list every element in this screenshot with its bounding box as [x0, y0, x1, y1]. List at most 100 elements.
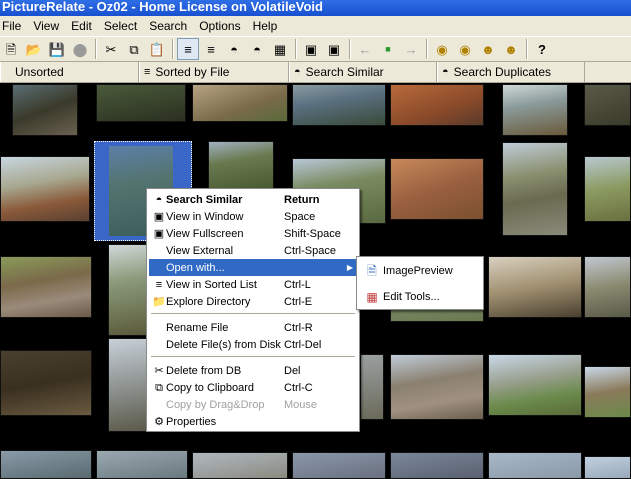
- thumbnail[interactable]: [208, 141, 274, 189]
- tab-unsorted[interactable]: Unsorted: [0, 62, 139, 82]
- open-with-submenu: 🗎 ImagePreview ▦ Edit Tools...: [356, 256, 484, 310]
- face-search-icon[interactable]: ☻: [477, 38, 499, 60]
- menu-search[interactable]: Search: [143, 16, 193, 36]
- thumbnail[interactable]: [292, 452, 386, 479]
- thumbnail[interactable]: [292, 84, 386, 126]
- menu-help[interactable]: Help: [247, 16, 284, 36]
- thumbnail[interactable]: [192, 84, 288, 122]
- tab-sorted-by-file[interactable]: ≡ Sorted by File: [139, 62, 289, 82]
- thumbnail[interactable]: [488, 452, 582, 479]
- cut-icon[interactable]: ✂: [100, 38, 122, 60]
- face-settings-icon[interactable]: ☻: [500, 38, 522, 60]
- align-left-icon[interactable]: ≡: [177, 38, 199, 60]
- stop-square-icon[interactable]: ■: [377, 38, 399, 60]
- menu-view[interactable]: View: [27, 16, 65, 36]
- toolbar-separator: [172, 39, 174, 59]
- menu-item-label: View Fullscreen: [166, 227, 244, 240]
- menu-item-label: Copy by Drag&Drop: [166, 398, 265, 411]
- thumbnail[interactable]: [488, 354, 582, 416]
- thumbnail[interactable]: [488, 256, 582, 318]
- thumbnail[interactable]: [390, 354, 484, 420]
- thumbnail[interactable]: [12, 84, 78, 136]
- tab-search-duplicates[interactable]: ◓ Search Duplicates: [437, 62, 585, 82]
- menu-item-rename-file[interactable]: Rename File Ctrl-R: [149, 319, 357, 336]
- thumbnail[interactable]: [108, 244, 148, 336]
- menu-item-properties[interactable]: ⚙ Properties: [149, 413, 357, 430]
- toolbar-separator: [349, 39, 351, 59]
- open-icon[interactable]: 📂: [23, 38, 45, 60]
- thumbnail[interactable]: [0, 256, 92, 318]
- thumbnail[interactable]: [390, 158, 484, 220]
- menu-item-label: Properties: [166, 415, 217, 428]
- forward-arrow-icon[interactable]: →: [400, 38, 422, 60]
- menu-item-search-similar[interactable]: ◓ Search Similar Return: [149, 191, 357, 208]
- menu-file[interactable]: File: [0, 16, 27, 36]
- thumbnail[interactable]: [192, 452, 288, 479]
- tab-label: Search Duplicates: [453, 65, 552, 79]
- toolbar-separator: [295, 39, 297, 59]
- submenu-item-edit-tools[interactable]: ▦ Edit Tools...: [359, 285, 481, 309]
- menu-edit[interactable]: Edit: [65, 16, 98, 36]
- tab-label: Sorted by File: [155, 65, 230, 79]
- menu-item-label: View External: [166, 244, 234, 257]
- scissors-icon: ✂: [154, 364, 164, 377]
- paste-icon[interactable]: 📋: [146, 38, 168, 60]
- thumbnail[interactable]: [584, 456, 631, 479]
- menu-item-view-external[interactable]: View External Ctrl-Space: [149, 242, 357, 259]
- help-icon[interactable]: ?: [531, 38, 553, 60]
- properties-icon: ⚙: [154, 415, 164, 428]
- menu-item-delete-from-db[interactable]: ✂ Delete from DB Del: [149, 362, 357, 379]
- tab-label: Unsorted: [15, 65, 64, 79]
- thumbnail[interactable]: [584, 156, 631, 222]
- window-icon: ▣: [153, 210, 165, 223]
- submenu-item-imagepreview[interactable]: 🗎 ImagePreview: [359, 259, 481, 283]
- save-icon[interactable]: 💾: [46, 38, 68, 60]
- toolbar-separator: [526, 39, 528, 59]
- thumbnail[interactable]: [502, 84, 568, 136]
- menu-item-delete-files-from-disk[interactable]: Delete File(s) from Disk Ctrl-Del: [149, 336, 357, 353]
- menu-select[interactable]: Select: [98, 16, 143, 36]
- binoculars-icon: ◓: [294, 66, 301, 78]
- thumbnail[interactable]: [584, 366, 631, 418]
- back-arrow-icon[interactable]: ←: [354, 38, 376, 60]
- thumbnail[interactable]: [0, 450, 92, 479]
- thumbnail[interactable]: [390, 452, 484, 479]
- menu-item-view-in-window[interactable]: ▣ View in Window Space: [149, 208, 357, 225]
- binoculars-icon[interactable]: ◓: [223, 38, 245, 60]
- thumbnail[interactable]: [0, 350, 92, 416]
- menu-item-open-with[interactable]: Open with... ▶: [149, 259, 357, 276]
- thumbnail[interactable]: [390, 84, 484, 126]
- align-right-icon[interactable]: ≡: [200, 38, 222, 60]
- fit-window-icon[interactable]: ▣: [300, 38, 322, 60]
- tab-search-similar[interactable]: ◓ Search Similar: [289, 62, 437, 82]
- grid-icon[interactable]: ▦: [269, 38, 291, 60]
- copy-icon[interactable]: ⧉: [123, 38, 145, 60]
- window-title-bar[interactable]: PictureRelate - Oz02 - Home License on V…: [0, 0, 631, 16]
- binoculars-pair-icon: ◓: [442, 66, 449, 78]
- menu-item-label: Explore Directory: [166, 295, 251, 308]
- toolbar-separator: [95, 39, 97, 59]
- thumbnail[interactable]: [502, 142, 568, 236]
- menu-item-label: View in Window: [166, 210, 244, 223]
- thumbnail[interactable]: [360, 354, 384, 420]
- menu-item-view-fullscreen[interactable]: ▣ View Fullscreen Shift-Space: [149, 225, 357, 242]
- thumbnail[interactable]: [0, 156, 90, 222]
- menu-item-view-in-sorted-list[interactable]: ≡ View in Sorted List Ctrl-L: [149, 276, 357, 293]
- stop-icon[interactable]: ⬤: [69, 38, 91, 60]
- fullscreen-icon[interactable]: ▣: [323, 38, 345, 60]
- thumbnail[interactable]: [108, 338, 148, 432]
- thumbnail[interactable]: [96, 450, 188, 479]
- thumbnail[interactable]: [584, 256, 631, 318]
- binoculars-pair-icon[interactable]: ◓: [246, 38, 268, 60]
- menu-item-explore-directory[interactable]: 📁 Explore Directory Ctrl-E: [149, 293, 357, 310]
- document-icon: 🗎: [367, 264, 377, 278]
- menu-item-copy-to-clipboard[interactable]: ⧉ Copy to Clipboard Ctrl-C: [149, 379, 357, 396]
- thumbnail[interactable]: [96, 84, 186, 122]
- new-icon[interactable]: 🗎: [0, 38, 22, 60]
- eye-icon[interactable]: ◉: [431, 38, 453, 60]
- thumbnail[interactable]: [584, 84, 631, 126]
- eye-search-icon[interactable]: ◉: [454, 38, 476, 60]
- menu-item-label: Delete File(s) from Disk: [166, 338, 281, 351]
- submenu-item-label: ImagePreview: [383, 265, 453, 277]
- menu-options[interactable]: Options: [193, 16, 246, 36]
